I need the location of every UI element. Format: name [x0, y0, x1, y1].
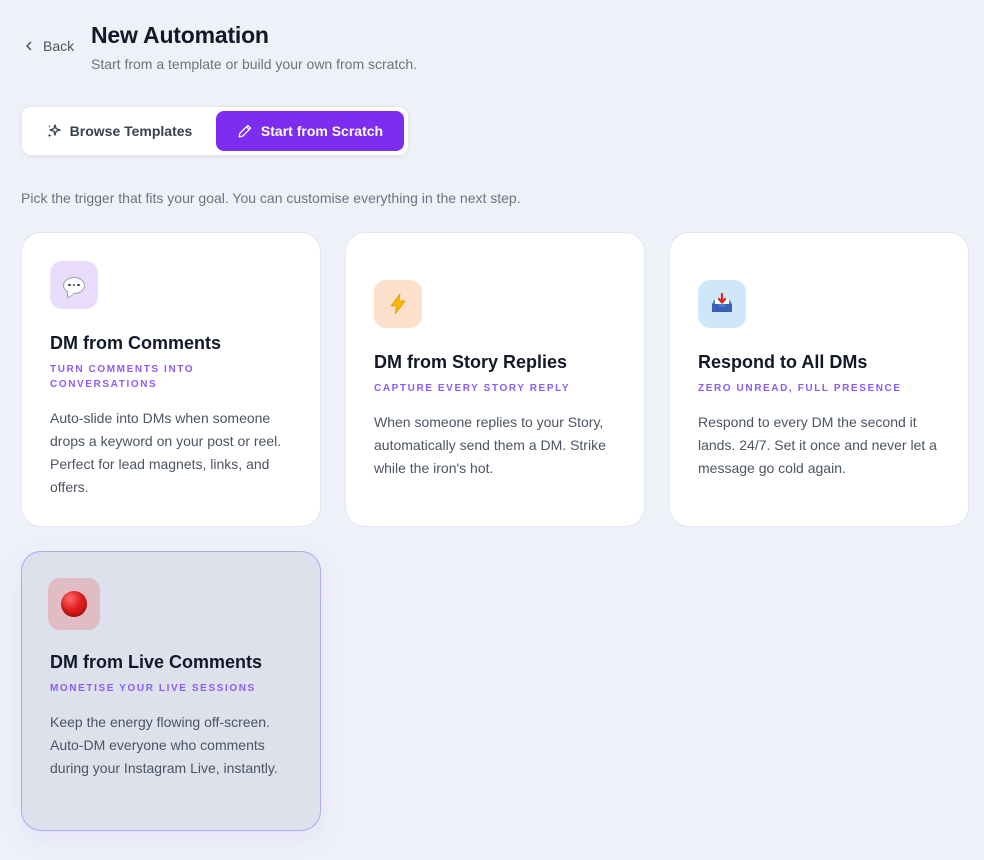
card-tagline: TURN COMMENTS INTO CONVERSATIONS: [50, 364, 195, 390]
card-tagline: CAPTURE EVERY STORY REPLY: [374, 383, 571, 394]
pencil-icon: [238, 124, 252, 138]
card-description: When someone replies to your Story, auto…: [374, 414, 606, 476]
trigger-card-dm-from-comments[interactable]: DM from Comments TURN COMMENTS INTO CONV…: [21, 232, 321, 527]
card-tagline: MONETISE YOUR LIVE SESSIONS: [50, 683, 256, 694]
card-description: Keep the energy flowing off-screen. Auto…: [50, 714, 278, 776]
card-title: DM from Story Replies: [374, 352, 568, 372]
back-label: Back: [43, 38, 75, 54]
sparkles-icon: [47, 124, 61, 138]
red-circle-icon: [48, 578, 100, 630]
trigger-card-dm-from-live-comments[interactable]: DM from Live Comments MONETISE YOUR LIVE…: [21, 551, 321, 831]
start-from-scratch-tab[interactable]: Start from Scratch: [216, 111, 404, 151]
card-title: DM from Live Comments: [50, 652, 263, 672]
new-automation-page: Back New Automation Start from a templat…: [0, 0, 984, 860]
trigger-card-dm-from-story-replies[interactable]: DM from Story Replies CAPTURE EVERY STOR…: [345, 232, 645, 527]
card-tagline: ZERO UNREAD, FULL PRESENCE: [698, 383, 902, 394]
card-description: Auto-slide into DMs when someone drops a…: [50, 410, 282, 495]
browse-templates-tab[interactable]: Browse Templates: [26, 111, 212, 151]
lightning-icon: [374, 280, 422, 328]
card-description: Respond to every DM the second it lands.…: [698, 414, 937, 476]
speech-bubble-icon: [50, 261, 98, 309]
trigger-card-respond-to-all-dms[interactable]: Respond to All DMs ZERO UNREAD, FULL PRE…: [669, 232, 969, 527]
card-title: Respond to All DMs: [698, 352, 868, 372]
trigger-hint: Pick the trigger that fits your goal. Yo…: [21, 190, 521, 206]
inbox-tray-icon: [698, 280, 746, 328]
card-title: DM from Comments: [50, 333, 222, 353]
start-from-scratch-label: Start from Scratch: [260, 123, 384, 139]
chevron-left-icon: [26, 41, 32, 51]
page-subtitle: Start from a template or build your own …: [91, 56, 418, 72]
page-title: New Automation: [91, 22, 269, 48]
mode-toggle: Browse Templates Start from Scratch: [21, 106, 409, 156]
browse-templates-label: Browse Templates: [69, 123, 193, 139]
back-button[interactable]: Back: [24, 38, 74, 54]
